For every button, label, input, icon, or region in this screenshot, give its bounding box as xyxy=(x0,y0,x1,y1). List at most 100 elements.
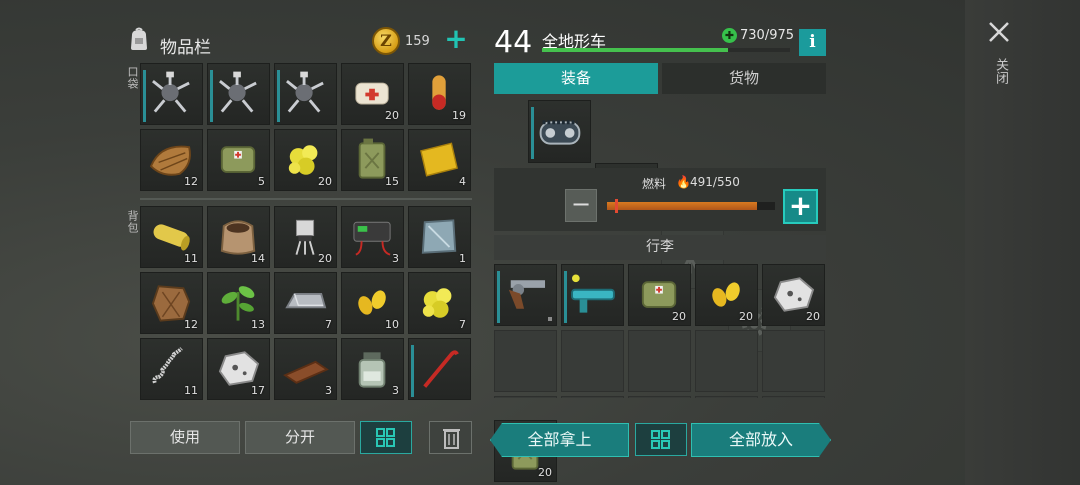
caterpillar-track-icon xyxy=(539,120,581,145)
trunk-slot[interactable] xyxy=(695,396,758,398)
backpack-slot[interactable]: 13 xyxy=(207,272,270,334)
pocket-grid: 20 19 12 5 20 15 4 xyxy=(140,63,471,191)
trunk-slot[interactable] xyxy=(494,330,557,392)
trunk-slot[interactable] xyxy=(561,396,624,398)
trunk-slot[interactable] xyxy=(695,330,758,392)
item-count: 3 xyxy=(392,384,399,397)
fuel-increase-button[interactable]: + xyxy=(783,189,818,224)
trunk-grid: 20 20 20 xyxy=(494,264,825,398)
split-button[interactable]: 分开 xyxy=(245,421,355,454)
crowbar-icon xyxy=(423,350,459,388)
flame-icon: 🔥 xyxy=(676,175,691,189)
laser-rifle-icon xyxy=(571,274,615,313)
fuel-item-count: 20 xyxy=(538,466,552,479)
backpack-slot[interactable]: 11 xyxy=(140,206,203,268)
right-margin-panel xyxy=(965,0,1080,485)
backpack-slot[interactable]: 17 xyxy=(207,338,270,400)
item-count: 10 xyxy=(385,318,399,331)
pocket-slot[interactable]: 5 xyxy=(207,129,270,191)
grid-sort-icon xyxy=(651,430,670,449)
close-icon[interactable] xyxy=(986,19,1012,45)
backpack-label: 背包 xyxy=(126,210,139,234)
fuel-decrease-button[interactable]: − xyxy=(565,189,597,222)
item-count: 11 xyxy=(184,252,198,265)
trunk-slot[interactable] xyxy=(561,264,624,326)
item-count: 1 xyxy=(459,252,466,265)
buy-coins-button[interactable]: + xyxy=(444,25,468,53)
pocket-slot[interactable] xyxy=(274,63,337,125)
item-count: 11 xyxy=(184,384,198,397)
trunk-slot[interactable] xyxy=(561,330,624,392)
pocket-slot[interactable] xyxy=(207,63,270,125)
info-button[interactable]: i xyxy=(799,29,826,56)
sort-trunk-button[interactable] xyxy=(635,423,687,456)
put-all-button[interactable]: 全部放入 xyxy=(691,423,831,457)
durability-bar xyxy=(210,70,213,122)
trunk-slot[interactable] xyxy=(762,396,825,398)
take-all-button[interactable]: 全部拿上 xyxy=(490,423,629,457)
trunk-label: 行李 xyxy=(494,235,826,260)
durability-bar xyxy=(564,271,567,323)
backpack-slot[interactable]: 10 xyxy=(341,272,404,334)
pocket-slot[interactable] xyxy=(140,63,203,125)
trunk-slot[interactable] xyxy=(628,396,691,398)
trunk-slot[interactable]: 20 xyxy=(762,264,825,326)
backpack-slot[interactable]: 14 xyxy=(207,206,270,268)
scorpion-turret-icon xyxy=(152,71,190,113)
backpack-slot[interactable]: 3 xyxy=(341,338,404,400)
durability-bar xyxy=(497,271,500,323)
item-count: 12 xyxy=(184,175,198,188)
backpack-slot[interactable]: 11 xyxy=(140,338,203,400)
pocket-slot[interactable]: 19 xyxy=(408,63,471,125)
backpack-slot[interactable]: 3 xyxy=(341,206,404,268)
item-count: 20 xyxy=(318,175,332,188)
item-count: 20 xyxy=(672,310,686,323)
item-count: 20 xyxy=(739,310,753,323)
trunk-slot[interactable] xyxy=(628,330,691,392)
backpack-slot[interactable]: 1 xyxy=(408,206,471,268)
pocket-slot[interactable]: 20 xyxy=(341,63,404,125)
inventory-title: 物品栏 xyxy=(160,38,211,58)
backpack-slot[interactable]: 7 xyxy=(408,272,471,334)
ammo-indicator xyxy=(548,317,552,321)
item-count: 19 xyxy=(452,109,466,122)
item-count: 14 xyxy=(251,252,265,265)
item-count: 3 xyxy=(392,252,399,265)
item-count: 13 xyxy=(251,318,265,331)
item-count: 20 xyxy=(318,252,332,265)
close-label[interactable]: 关闭 xyxy=(991,58,1010,84)
backpack-slot[interactable]: 7 xyxy=(274,272,337,334)
tab-equipment[interactable]: 装备 xyxy=(494,63,658,94)
backpack-slot[interactable]: 12 xyxy=(140,272,203,334)
trash-button[interactable] xyxy=(429,421,472,454)
fuel-slider-fill xyxy=(607,202,757,210)
pocket-slot[interactable]: 4 xyxy=(408,129,471,191)
trunk-slot[interactable]: 20 xyxy=(628,264,691,326)
backpack-grid: 11 14 20 3 1 12 13 7 10 7 11 17 3 3 xyxy=(140,206,471,400)
trash-icon xyxy=(443,429,460,449)
item-count: 15 xyxy=(385,175,399,188)
trunk-slot[interactable] xyxy=(762,330,825,392)
trunk-slot[interactable] xyxy=(494,396,557,398)
item-count: 4 xyxy=(459,175,466,188)
revolver-icon xyxy=(508,280,546,309)
vehicle-hp: 730/975 xyxy=(740,28,795,43)
backpack-slot[interactable]: 3 xyxy=(274,338,337,400)
backpack-slot[interactable] xyxy=(408,338,471,400)
hp-bar-fill xyxy=(542,48,728,52)
repair-wrench-icon: ✚ xyxy=(722,28,737,43)
trunk-slot[interactable]: 20 xyxy=(695,264,758,326)
pocket-label: 口袋 xyxy=(126,66,139,90)
fuel-slider-handle[interactable] xyxy=(615,199,618,213)
sort-inventory-button[interactable] xyxy=(360,421,412,454)
use-button[interactable]: 使用 xyxy=(130,421,240,454)
item-count: 20 xyxy=(806,310,820,323)
pocket-slot[interactable]: 12 xyxy=(140,129,203,191)
pocket-slot[interactable]: 20 xyxy=(274,129,337,191)
backpack-slot[interactable]: 20 xyxy=(274,206,337,268)
tab-cargo[interactable]: 货物 xyxy=(662,63,826,94)
pocket-slot[interactable]: 15 xyxy=(341,129,404,191)
backpack-icon xyxy=(131,27,147,50)
equip-slot-tracks[interactable] xyxy=(528,100,591,163)
trunk-slot[interactable] xyxy=(494,264,557,326)
